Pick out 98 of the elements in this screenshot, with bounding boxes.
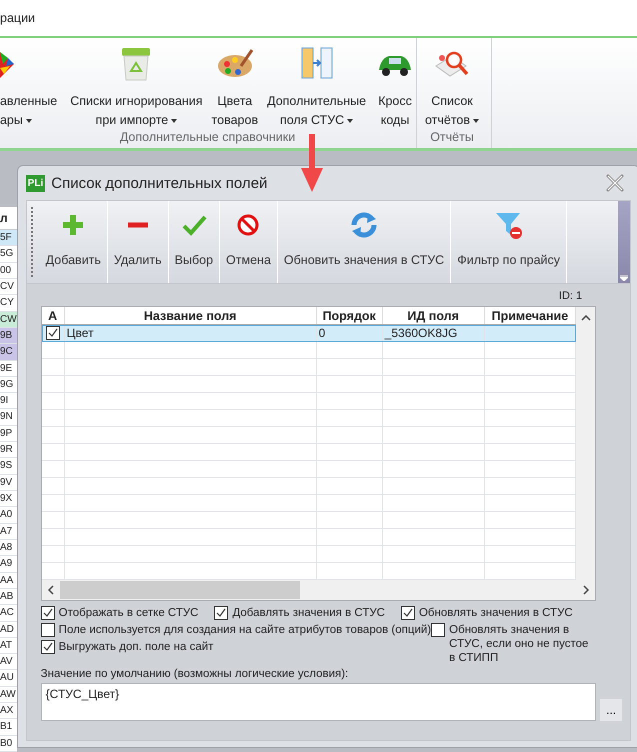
browse-button[interactable]: ... — [600, 699, 622, 721]
table-cell: CV — [0, 278, 17, 296]
table-cell: 5G — [0, 246, 17, 263]
table-cell: A7 — [0, 524, 17, 540]
column-header[interactable]: ИД поля — [382, 307, 485, 324]
ribbon-button[interactable]: Список отчётов — [424, 38, 480, 130]
toolbar-button[interactable]: Обновить значения в СТУС — [278, 201, 452, 283]
scroll-right-icon — [583, 585, 590, 595]
toolbar-button[interactable]: Выбор — [168, 201, 220, 283]
table-cell: 9E — [0, 360, 17, 377]
report-search-icon — [435, 52, 468, 77]
toolbar-button[interactable]: Удалить — [108, 201, 169, 283]
group-label: Отчёты — [430, 130, 474, 146]
checkbox[interactable] — [431, 623, 446, 637]
checkbox-option[interactable]: Отображать в сетке СТУС — [40, 606, 198, 620]
table-row[interactable]: Цвет 0 _5360OK8JG — [42, 325, 576, 342]
table-cell: 9P — [0, 426, 17, 442]
no-entry-icon — [238, 214, 259, 236]
scroll-left-icon — [48, 585, 54, 595]
table-cell: AV — [0, 654, 17, 670]
table-cell: 9G — [0, 376, 17, 394]
toolbar-button[interactable]: Добавить — [40, 201, 108, 283]
checkbox[interactable] — [400, 606, 415, 620]
annotation-arrow — [300, 134, 324, 192]
palette-icon — [218, 49, 254, 77]
default-value-field[interactable]: {СТУС_Цвет} — [40, 683, 596, 721]
ribbon-button[interactable]: Кросс коды — [375, 38, 416, 130]
checkbox-option[interactable]: Обновлять значения в СТУС — [400, 606, 573, 620]
columns-icon — [301, 48, 332, 78]
check-icon — [182, 216, 206, 236]
checkbox-option[interactable]: Добавлять значения в СТУС — [214, 606, 385, 620]
column-header[interactable]: А — [42, 307, 65, 324]
horizontal-scrollbar[interactable] — [42, 580, 596, 600]
id-label: ID: 1 — [558, 290, 582, 302]
ribbon-button[interactable]: Дополнительные поля СТУС — [267, 38, 366, 130]
table-cell: 9N — [0, 409, 17, 426]
checkbox[interactable] — [46, 326, 60, 340]
table-cell: 9X — [0, 491, 17, 508]
table-cell: 9S — [0, 458, 17, 475]
toolbar-button[interactable]: Отмена — [220, 201, 278, 283]
field-label: Значение по умолчанию (возможны логические условия): — [40, 668, 350, 680]
table-cell: _5360OK8JG — [382, 325, 485, 341]
checkbox[interactable] — [40, 640, 55, 654]
ribbon-button[interactable]: авленные ары — [0, 38, 58, 130]
table-cell: A9 — [0, 556, 17, 573]
column-header[interactable]: Название поля — [64, 307, 317, 324]
caret-icon — [620, 275, 628, 281]
table-cell: AX — [0, 703, 17, 720]
table-cell: B1 — [0, 719, 17, 736]
toolbar-overflow[interactable] — [618, 201, 630, 283]
filter-icon — [496, 213, 522, 239]
column-header: л — [0, 207, 17, 230]
minus-icon — [128, 222, 148, 228]
close-icon[interactable] — [605, 173, 626, 193]
ribbon-button[interactable]: Цвета товаров — [212, 38, 258, 130]
table-cell: CY — [0, 295, 17, 312]
group-label: Дополнительные справочники — [120, 130, 296, 146]
caret-icon — [473, 118, 480, 122]
table-cell: 00 — [0, 262, 17, 279]
checkbox-option[interactable]: Выгружать доп. поле на сайт — [40, 640, 432, 654]
checkbox[interactable] — [214, 606, 228, 620]
toolbar-button[interactable]: Фильтр по прайсу — [451, 201, 568, 283]
table-cell: 9C — [0, 344, 17, 360]
table-cell: 9V — [0, 474, 17, 491]
table-cell: 9I — [0, 393, 17, 410]
checkbox-option[interactable]: Поле используется для создания на сайте атрибутов товаров (опций) — [40, 623, 432, 637]
table-cell: 5F — [0, 230, 17, 246]
checkbox-option[interactable]: Обновлять значения в СТУС, если оно не пустое в СТИПП — [431, 623, 596, 665]
caret-icon — [171, 118, 178, 122]
checkbox[interactable] — [40, 623, 55, 637]
caret-icon — [347, 118, 354, 122]
caret-icon — [26, 118, 32, 122]
table-cell: CW — [0, 312, 17, 328]
table-cell: AA — [0, 572, 17, 589]
table-cell: AC — [0, 605, 17, 622]
table-cell: AB — [0, 588, 17, 606]
window-title: Список дополнительных полей — [51, 174, 268, 192]
table-cell: 9B — [0, 328, 17, 344]
table-cell: B0 — [0, 736, 17, 752]
table-cell: 9R — [0, 442, 17, 458]
menu-tab[interactable]: рации — [0, 11, 36, 25]
scroll-up-icon — [580, 315, 591, 321]
table-cell: A8 — [0, 540, 17, 556]
table-cell: 0 — [316, 325, 383, 341]
car-icon — [379, 56, 412, 76]
recycle-bin-icon — [122, 48, 150, 80]
table-cell: AD — [0, 622, 17, 638]
table-cell: A0 — [0, 507, 17, 524]
table-cell: AU — [0, 670, 17, 687]
vertical-scrollbar[interactable] — [576, 307, 596, 580]
table-cell: AT — [0, 638, 17, 654]
checkbox[interactable] — [40, 606, 55, 620]
column-header[interactable]: Порядок — [316, 307, 383, 324]
app-logo: PLi — [26, 174, 46, 192]
ribbon-button[interactable]: Списки игнорирования при импорте — [70, 38, 203, 130]
table-cell: Цвет — [64, 325, 317, 341]
refresh-icon — [352, 212, 377, 238]
table-cell: AW — [0, 686, 17, 704]
